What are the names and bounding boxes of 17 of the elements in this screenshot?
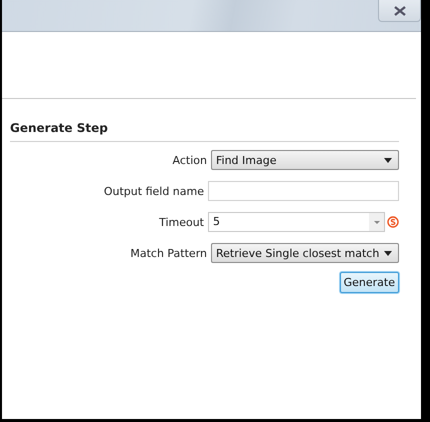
caret-icon [384, 158, 392, 162]
field-label: Timeout [159, 216, 204, 228]
coin-icon [387, 216, 399, 228]
caret-icon [374, 220, 380, 224]
spin-button[interactable] [369, 213, 384, 231]
input-field[interactable] [208, 181, 399, 201]
generate-button[interactable]: Generate [340, 272, 399, 293]
section-title: Generate Step [10, 121, 399, 142]
spinner-field[interactable]: 5 [208, 212, 385, 232]
field-label: Match Pattern [130, 246, 207, 260]
caret-icon [384, 250, 392, 256]
dropdown[interactable]: Find Image [211, 150, 399, 170]
field-label: Action [172, 154, 207, 166]
field-label: Output field name [104, 184, 204, 198]
close-icon [392, 4, 406, 16]
dropdown[interactable]: Retrieve Single closest match [211, 243, 399, 263]
close-button[interactable] [378, 0, 421, 22]
